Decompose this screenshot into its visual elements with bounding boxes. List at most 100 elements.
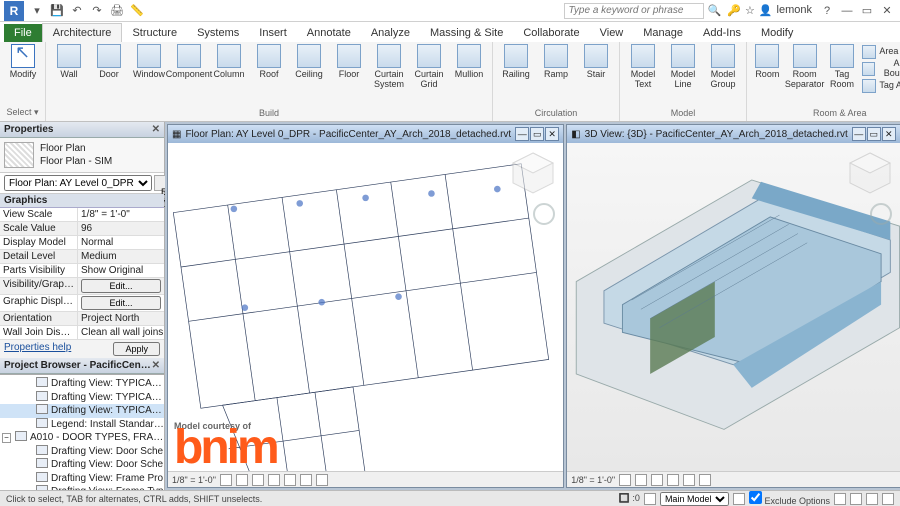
tab-modify[interactable]: Modify xyxy=(751,24,803,42)
tab-add-ins[interactable]: Add-Ins xyxy=(693,24,751,42)
curtain-grid-button[interactable]: Curtain Grid xyxy=(410,44,448,90)
sun-path-icon[interactable] xyxy=(651,474,663,486)
vp-close-icon[interactable]: ✕ xyxy=(545,127,559,141)
stair-button[interactable]: Stair xyxy=(577,44,615,80)
vp-min-icon[interactable]: — xyxy=(852,127,866,141)
floor-button[interactable]: Floor xyxy=(330,44,368,90)
workset-select[interactable]: Main Model xyxy=(660,492,729,506)
view-scale[interactable]: 1/8" = 1'-0" xyxy=(172,475,216,485)
browser-close-icon[interactable]: ✕ xyxy=(152,360,160,371)
view-scale[interactable]: 1/8" = 1'-0" xyxy=(571,475,615,485)
railing-button[interactable]: Railing xyxy=(497,44,535,80)
property-row[interactable]: Wall Join DisplayClean all wall joins xyxy=(0,326,164,340)
property-row[interactable]: Display ModelNormal xyxy=(0,236,164,250)
crop-icon[interactable] xyxy=(683,474,695,486)
vp-max-icon[interactable]: ▭ xyxy=(530,127,544,141)
qat-save-icon[interactable]: 💾 xyxy=(48,2,66,20)
shadows-icon[interactable] xyxy=(667,474,679,486)
search-input[interactable] xyxy=(564,3,704,19)
room-separator-button[interactable]: Room Separator xyxy=(786,44,824,94)
type-selector[interactable]: Floor Plan Floor Plan - SIM xyxy=(0,138,164,172)
ramp-button[interactable]: Ramp xyxy=(537,44,575,80)
vp-min-icon[interactable]: — xyxy=(515,127,529,141)
tab-structure[interactable]: Structure xyxy=(122,24,187,42)
sb-icon[interactable] xyxy=(866,493,878,505)
editable-only-icon[interactable] xyxy=(834,493,846,505)
viewport-canvas[interactable] xyxy=(567,143,900,471)
vp-close-icon[interactable]: ✕ xyxy=(882,127,896,141)
maximize-icon[interactable]: ▭ xyxy=(858,2,876,20)
browser-view-node[interactable]: Legend: Install Standards xyxy=(0,418,164,432)
ceiling-button[interactable]: Ceiling xyxy=(290,44,328,90)
property-row[interactable]: Parts VisibilityShow Original xyxy=(0,264,164,278)
vp-max-icon[interactable]: ▭ xyxy=(867,127,881,141)
column-button[interactable]: Column xyxy=(210,44,248,90)
property-row[interactable]: Scale Value96 xyxy=(0,222,164,236)
model-line-button[interactable]: Model Line xyxy=(664,44,702,90)
wall-button[interactable]: Wall xyxy=(50,44,88,90)
sign-in-area[interactable]: 🔑 ☆ 👤 lemonk xyxy=(727,4,812,17)
component-button[interactable]: Component xyxy=(170,44,208,90)
help-icon[interactable]: ? xyxy=(818,2,836,20)
window-button[interactable]: Window xyxy=(130,44,168,90)
viewcube-icon[interactable] xyxy=(509,149,557,197)
viewcube-icon[interactable] xyxy=(846,149,894,197)
sb-icon[interactable] xyxy=(882,493,894,505)
sun-path-icon[interactable] xyxy=(252,474,264,486)
design-options-icon[interactable] xyxy=(733,493,745,505)
minimize-icon[interactable]: — xyxy=(838,2,856,20)
browser-view-node[interactable]: Drafting View: Door Sche xyxy=(0,458,164,472)
properties-close-icon[interactable]: ✕ xyxy=(152,124,160,135)
browser-view-node[interactable]: Drafting View: Frame Typ xyxy=(0,485,164,490)
detail-level-icon[interactable] xyxy=(619,474,631,486)
area-boundary-button[interactable]: Area Boundary xyxy=(862,61,900,77)
room-button[interactable]: Room xyxy=(751,44,784,94)
browser-view-node[interactable]: Drafting View: TYPICAL Pl xyxy=(0,377,164,391)
qat-undo-icon[interactable]: ↶ xyxy=(68,2,86,20)
door-button[interactable]: Door xyxy=(90,44,128,90)
curtain-system-button[interactable]: Curtain System xyxy=(370,44,408,90)
filter-icon[interactable] xyxy=(644,493,656,505)
lock-icon[interactable] xyxy=(699,474,711,486)
qat-redo-icon[interactable]: ↷ xyxy=(88,2,106,20)
qat-print-icon[interactable]: 🖨 xyxy=(108,2,126,20)
tab-view[interactable]: View xyxy=(590,24,634,42)
model-text-button[interactable]: Model Text xyxy=(624,44,662,90)
roof-button[interactable]: Roof xyxy=(250,44,288,90)
sb-icon[interactable] xyxy=(850,493,862,505)
tab-collaborate[interactable]: Collaborate xyxy=(513,24,589,42)
viewport-canvas[interactable]: Model courtesy of bnim xyxy=(168,143,563,471)
browser-view-node[interactable]: Drafting View: TYPICAL Tl xyxy=(0,404,164,418)
instance-select[interactable]: Floor Plan: AY Level 0_DPR xyxy=(4,175,152,191)
property-row[interactable]: Visibility/Graphics...Edit... xyxy=(0,278,164,295)
apply-button[interactable]: Apply xyxy=(113,342,160,356)
crop-region-icon[interactable] xyxy=(300,474,312,486)
tab-manage[interactable]: Manage xyxy=(633,24,693,42)
crop-icon[interactable] xyxy=(284,474,296,486)
shadows-icon[interactable] xyxy=(268,474,280,486)
visual-style-icon[interactable] xyxy=(236,474,248,486)
nav-wheel-icon[interactable] xyxy=(870,203,892,225)
tab-systems[interactable]: Systems xyxy=(187,24,249,42)
browser-view-node[interactable]: Drafting View: Door Sche xyxy=(0,445,164,459)
tab-architecture[interactable]: Architecture xyxy=(42,23,123,42)
tag-area-button[interactable]: Tag Area xyxy=(862,78,900,94)
edit-button[interactable]: Edit... xyxy=(81,296,161,310)
tab-file[interactable]: File xyxy=(4,24,42,42)
tab-insert[interactable]: Insert xyxy=(249,24,297,42)
mullion-button[interactable]: Mullion xyxy=(450,44,488,90)
model-group-button[interactable]: Model Group xyxy=(704,44,742,90)
property-row[interactable]: View Scale1/8" = 1'-0" xyxy=(0,208,164,222)
exclude-options-toggle[interactable]: Exclude Options xyxy=(749,491,830,506)
property-row[interactable]: Graphic Display O...Edit... xyxy=(0,295,164,312)
tab-analyze[interactable]: Analyze xyxy=(361,24,420,42)
properties-help-link[interactable]: Properties help xyxy=(4,342,71,356)
edit-button[interactable]: Edit... xyxy=(81,279,161,293)
browser-sheet-node[interactable]: −A010 - DOOR TYPES, FRAMES & xyxy=(0,431,164,445)
close-icon[interactable]: ✕ xyxy=(878,2,896,20)
tab-annotate[interactable]: Annotate xyxy=(297,24,361,42)
browser-view-node[interactable]: Drafting View: Frame Pro xyxy=(0,472,164,486)
property-row[interactable]: Detail LevelMedium xyxy=(0,250,164,264)
tag-room-button[interactable]: Tag Room xyxy=(826,44,859,94)
property-row[interactable]: OrientationProject North xyxy=(0,312,164,326)
